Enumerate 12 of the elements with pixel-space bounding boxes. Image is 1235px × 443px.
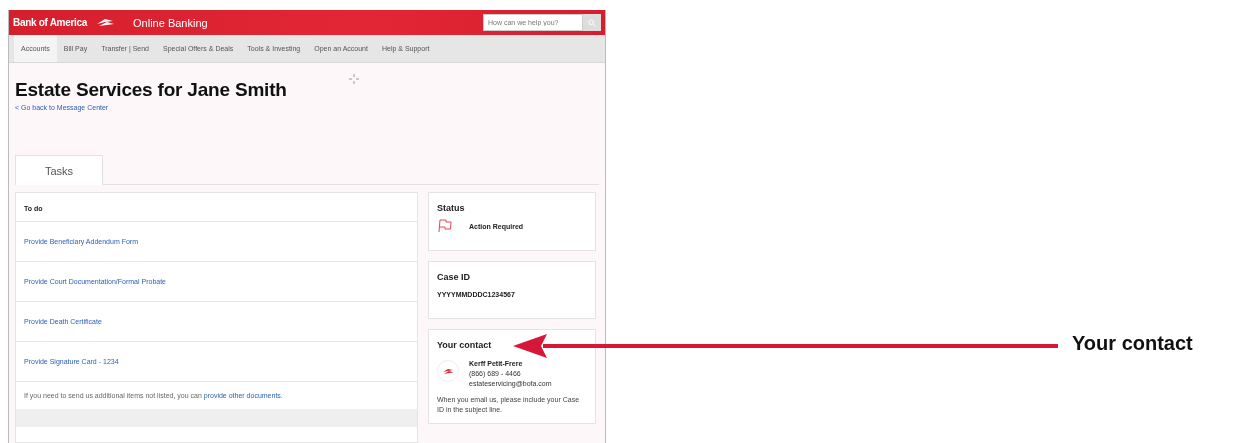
callout-label: Your contact bbox=[1072, 332, 1193, 355]
card-heading: Case ID bbox=[437, 272, 472, 282]
tab[interactable]: Tasks bbox=[15, 155, 103, 185]
product-name: Online Banking bbox=[133, 16, 208, 29]
card-heading: Status bbox=[437, 203, 466, 213]
search-button[interactable] bbox=[583, 14, 601, 31]
card-heading: Your contact bbox=[437, 340, 493, 350]
brand-name: Bank of America bbox=[13, 17, 88, 28]
page-title: Estate Services for Jane Smith bbox=[15, 79, 288, 101]
flag-icon bbox=[437, 219, 453, 233]
search-icon bbox=[588, 18, 596, 27]
move-cursor-icon bbox=[349, 74, 359, 84]
